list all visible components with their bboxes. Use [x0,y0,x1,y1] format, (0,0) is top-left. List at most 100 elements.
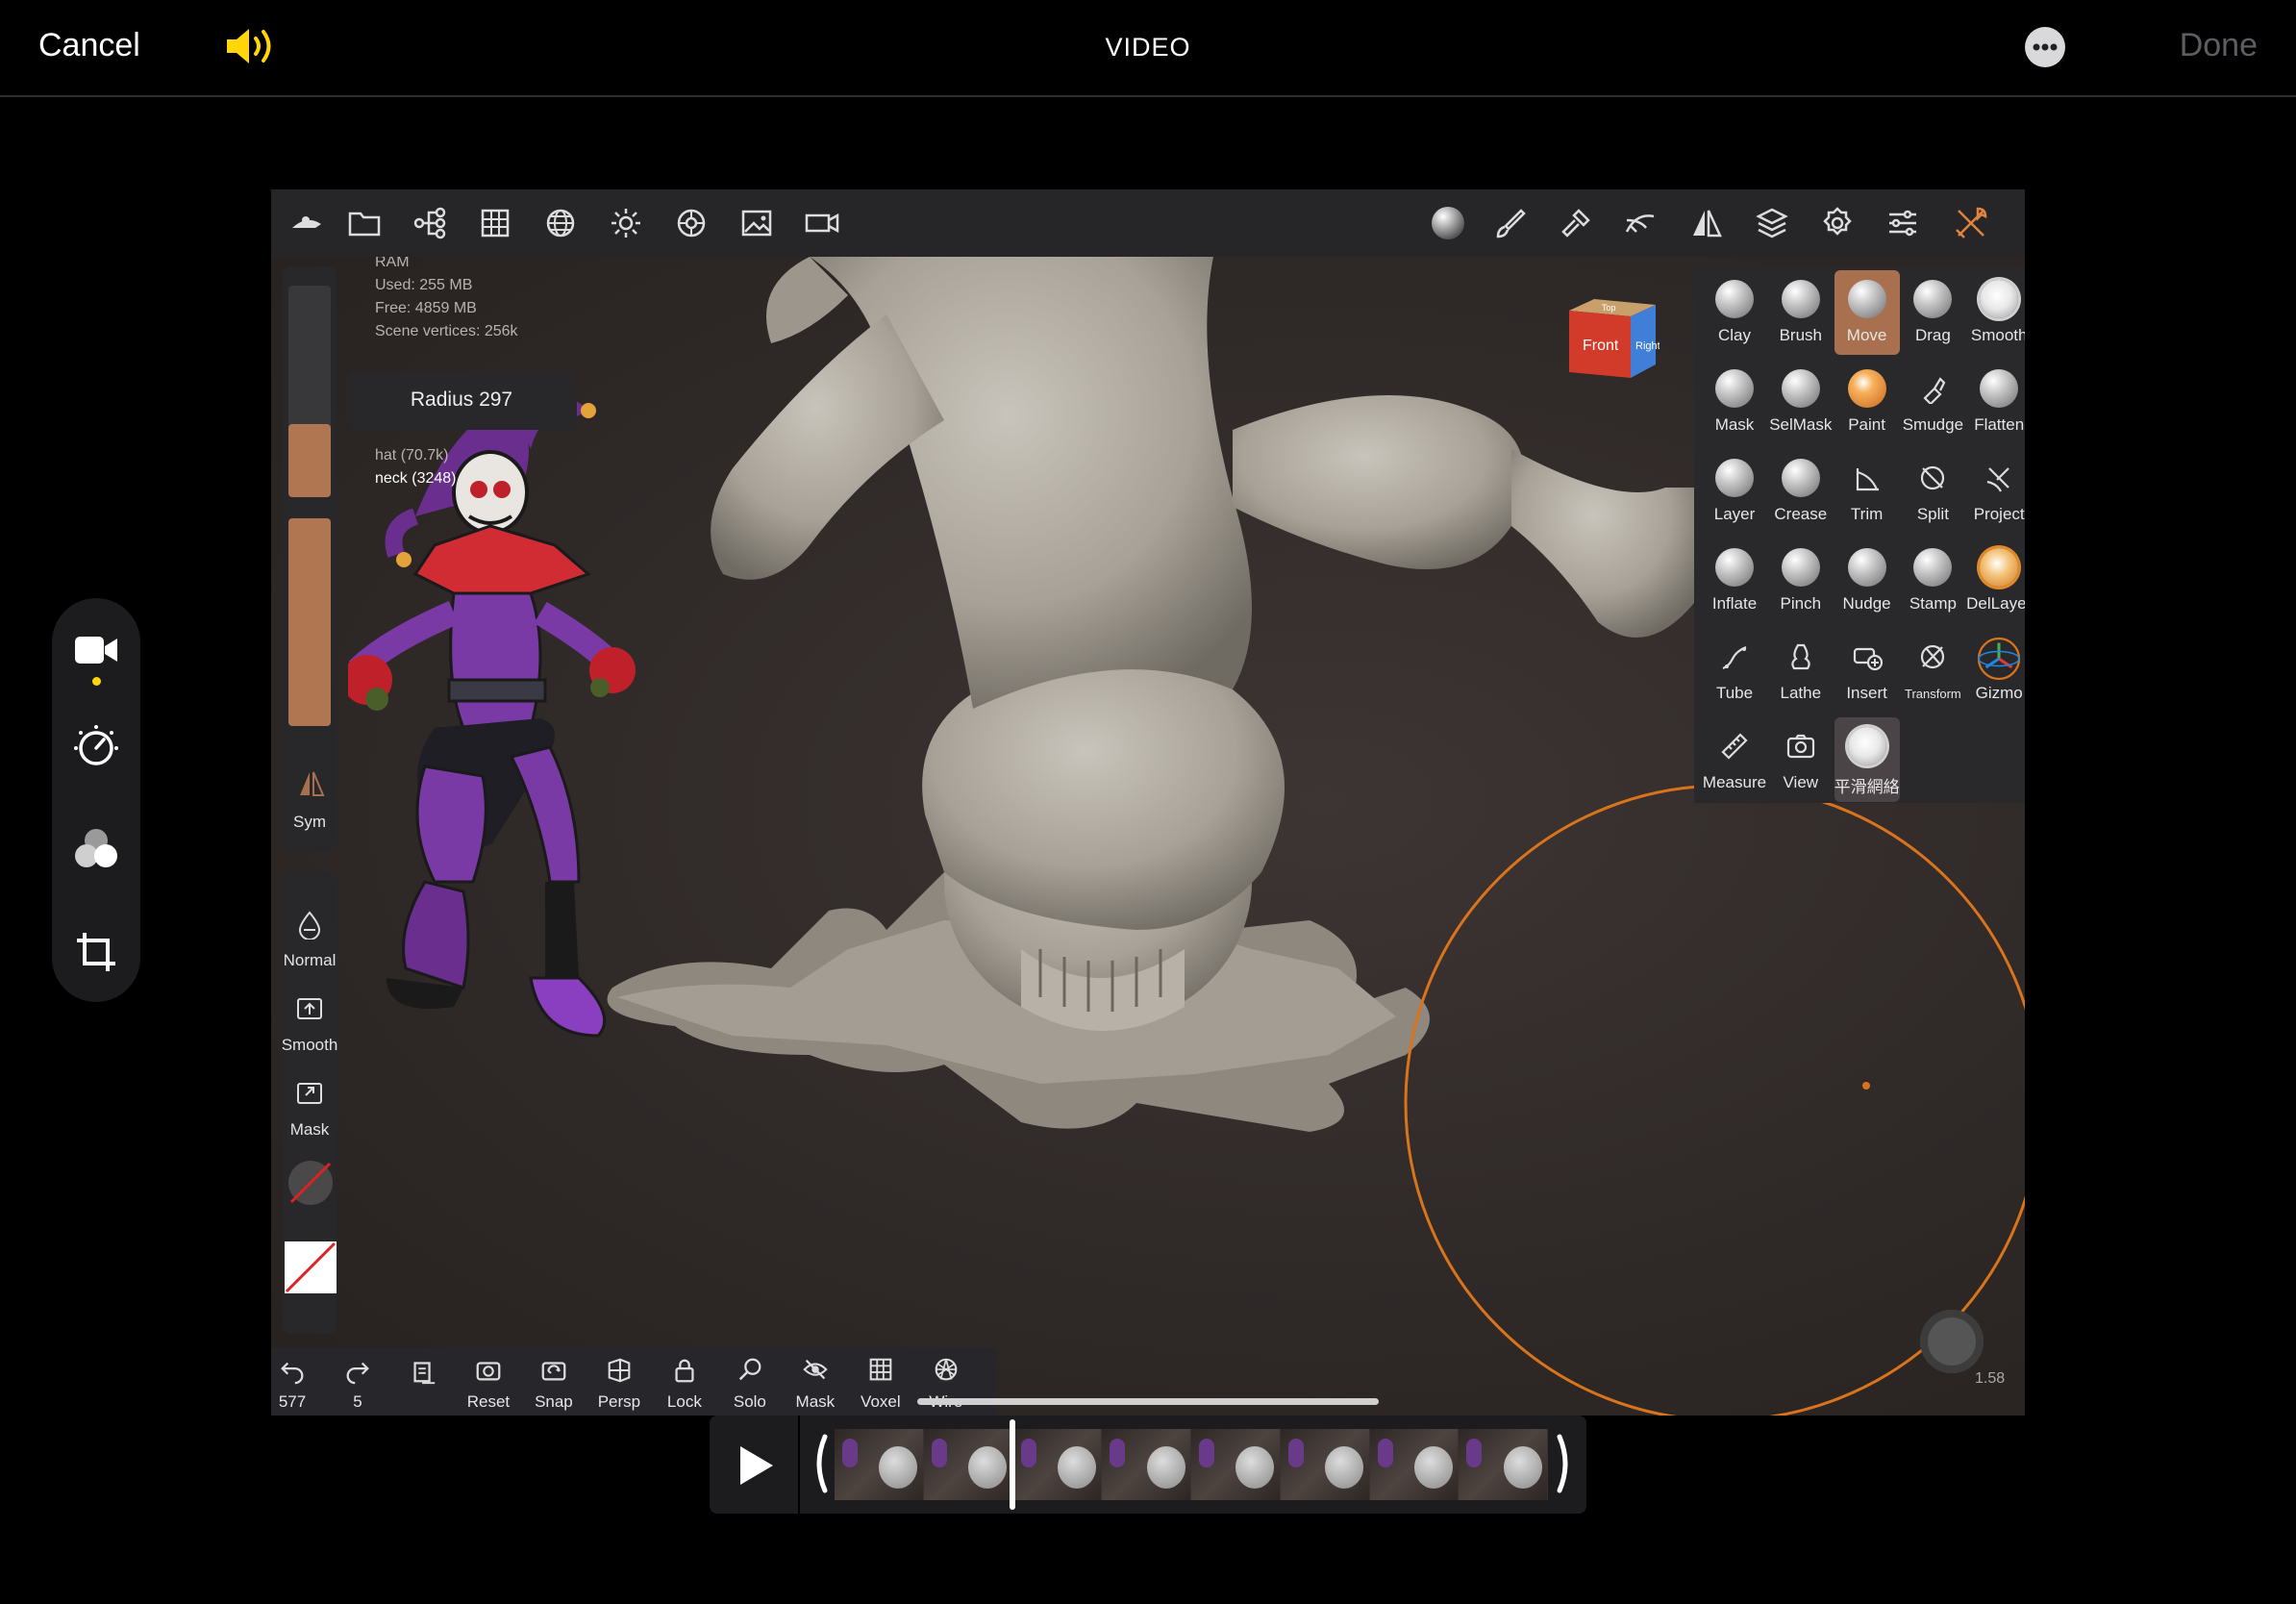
light-icon[interactable] [608,205,644,241]
timeline-frame [1191,1429,1280,1500]
tool-trim[interactable]: Trim [1834,449,1900,534]
tool-gizmo[interactable]: Gizmo [1966,628,2025,713]
active-indicator [92,677,101,686]
smooth-label[interactable]: Smooth [271,1036,348,1055]
bottom-history-button[interactable] [389,1348,457,1416]
timeline-frame [1369,1429,1459,1500]
bottom-voxel-grid-button[interactable]: Voxel [847,1348,914,1416]
matcap-icon[interactable] [1430,205,1466,241]
view-cube[interactable]: Front Right Top [1563,291,1660,384]
perspective-icon [608,1358,631,1383]
timeline-frames[interactable] [835,1429,1548,1500]
tool-smudge[interactable]: Smudge [1900,360,1965,444]
tool-measure[interactable]: Measure [1702,717,1767,802]
tool-project[interactable]: Project [1966,449,2025,534]
tool-lathe[interactable]: Lathe [1768,628,1834,713]
tool-stamp[interactable]: Stamp [1900,539,1965,623]
layers-icon[interactable] [1754,205,1790,241]
view-cube-top: Top [1602,303,1616,313]
symmetry-icon[interactable] [296,768,327,799]
mask-square-icon[interactable] [294,1078,325,1109]
bottom-reset-camera-button[interactable]: Reset [455,1348,522,1416]
tool-split[interactable]: Split [1900,449,1965,534]
bottom-perspective-button[interactable]: Persp [586,1348,653,1416]
trim-handle-left-icon[interactable] [810,1433,829,1494]
gizmo-icon [1978,637,2021,681]
settings-icon[interactable] [1819,205,1856,241]
grid-icon[interactable] [477,205,513,241]
hammer-icon[interactable] [1558,205,1594,241]
menu-icon[interactable] [288,205,325,241]
tool-transform[interactable]: Transform [1900,628,1965,713]
video-scrub-bar[interactable] [917,1398,1379,1405]
bottom-eye-off-button[interactable]: Mask [782,1348,849,1416]
bottom-bar-label: Persp [597,1392,641,1411]
nomad-sculpt-app: RAM Used: 255 MB Free: 4859 MB Scene ver… [271,189,2025,1416]
tool-selmask[interactable]: SelMask [1768,360,1834,444]
bottom-undo-button[interactable]: 577 [271,1348,326,1416]
tool-inflate[interactable]: Inflate [1702,539,1767,623]
color-none-icon[interactable] [285,1241,337,1293]
smudge-icon [1923,377,1946,404]
smooth-upload-icon[interactable] [294,993,325,1024]
mesh-neck[interactable]: neck (3248) [375,470,457,488]
ram-free: Free: 4859 MB [375,300,477,316]
filters-icon[interactable] [73,825,119,871]
tools-icon[interactable] [1953,205,1989,241]
camera-icon[interactable] [804,205,840,241]
mask-label[interactable]: Mask [271,1120,348,1140]
tool--[interactable]: 平滑網絡 [1834,717,1900,802]
mesh-hat[interactable]: hat (70.7k) [375,447,448,464]
tool-smooth[interactable]: Smooth [1966,270,2025,355]
timeline-frame [835,1429,923,1500]
timeline-frame [1280,1429,1369,1500]
tool-tube[interactable]: Tube [1702,628,1767,713]
bottom-wireframe-button[interactable]: Wire [912,1348,980,1416]
folder-icon[interactable] [346,205,383,241]
crop-rotate-icon[interactable] [73,929,119,975]
done-button[interactable]: Done [2180,27,2258,64]
tool-insert[interactable]: Insert [1834,628,1900,713]
image-icon[interactable] [738,205,775,241]
video-camera-icon[interactable] [73,627,119,673]
bottom-search-button[interactable]: Solo [716,1348,784,1416]
tool-flatten[interactable]: Flatten [1966,360,2025,444]
bottom-redo-button[interactable]: 5 [324,1348,391,1416]
sliders-icon[interactable] [1884,205,1921,241]
tool-mask[interactable]: Mask [1702,360,1767,444]
reset-camera-icon [476,1362,501,1381]
tool-clay[interactable]: Clay [1702,270,1767,355]
tool-view[interactable]: View [1768,717,1834,802]
more-options-icon[interactable] [2025,27,2065,67]
sculpt-sphere-icon [1715,548,1754,587]
tool-dellayer[interactable]: DelLayer [1966,539,2025,623]
tool-paint[interactable]: Paint [1834,360,1900,444]
tool-layer[interactable]: Layer [1702,449,1767,534]
material-icon[interactable] [673,205,710,241]
tool-crease[interactable]: Crease [1768,449,1834,534]
tool-drag[interactable]: Drag [1900,270,1965,355]
scene-tree-icon[interactable] [412,205,448,241]
stroke-icon[interactable] [1623,205,1660,241]
timeline-frame [1102,1429,1190,1500]
adjust-dial-icon[interactable] [73,723,119,769]
play-icon[interactable] [736,1444,775,1487]
sphere-wireframe-icon[interactable] [542,205,579,241]
trim-handle-right-icon[interactable] [1556,1433,1575,1494]
radius-slider[interactable] [288,286,331,497]
tool-brush[interactable]: Brush [1768,270,1834,355]
droplet-icon[interactable] [294,909,325,940]
tool-pinch[interactable]: Pinch [1768,539,1834,623]
material-none-icon[interactable] [287,1159,335,1207]
navigation-joystick[interactable] [1920,1310,1984,1373]
paint-brush-icon[interactable] [1492,205,1529,241]
intensity-slider[interactable] [288,518,331,726]
symmetry-icon[interactable] [1688,205,1725,241]
bottom-snap-button[interactable]: Snap [520,1348,587,1416]
normal-label[interactable]: Normal [271,951,348,970]
playhead[interactable] [1010,1419,1015,1510]
tool-nudge[interactable]: Nudge [1834,539,1900,623]
tool-move[interactable]: Move [1834,270,1900,355]
scene-vertices: Scene vertices: 256k [375,323,518,339]
bottom-lock-button[interactable]: Lock [651,1348,718,1416]
